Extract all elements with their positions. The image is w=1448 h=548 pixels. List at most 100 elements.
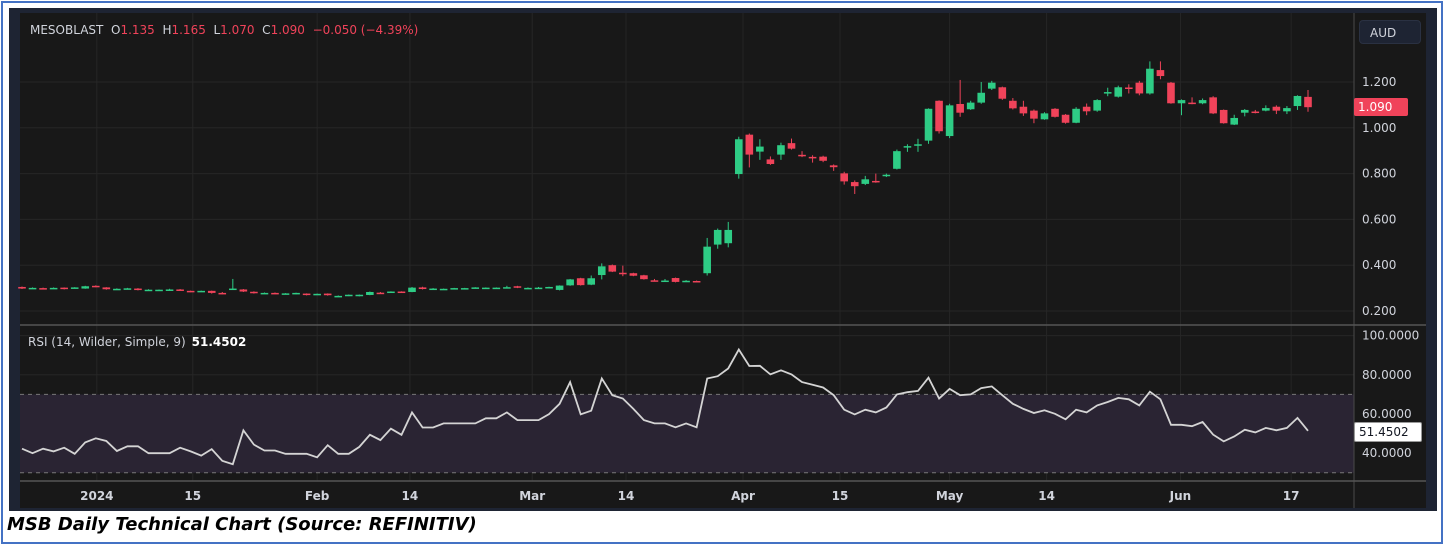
- candle-body: [186, 290, 195, 293]
- candle-body: [376, 292, 385, 295]
- candle-body: [1272, 106, 1281, 111]
- candle-body: [956, 103, 964, 113]
- candle-body: [1304, 96, 1312, 108]
- candle-body: [239, 289, 248, 292]
- candle-up: [387, 291, 395, 294]
- candle-body: [281, 293, 290, 295]
- candle-body: [924, 108, 933, 141]
- candle-body: [608, 265, 617, 272]
- candle-body: [1103, 92, 1112, 94]
- candle-body: [987, 82, 996, 89]
- candle-body: [450, 288, 458, 290]
- candle-body: [1230, 117, 1239, 125]
- candle-up: [482, 287, 490, 290]
- time-axis-label: 14: [402, 489, 419, 503]
- currency-button[interactable]: AUD: [1359, 20, 1421, 44]
- candle-up: [439, 288, 448, 291]
- candle-up: [313, 293, 321, 296]
- candle-body: [808, 156, 817, 159]
- candle-body: [1135, 82, 1144, 94]
- candle-body: [1009, 100, 1017, 109]
- candle-body: [692, 281, 701, 283]
- candle-body: [197, 290, 205, 293]
- candle-up: [492, 287, 501, 290]
- candle-body: [334, 295, 343, 298]
- candle-body: [756, 146, 764, 152]
- candle-up: [566, 278, 574, 286]
- candle-body: [323, 293, 332, 296]
- candle-body: [81, 286, 90, 289]
- candle-body: [408, 287, 416, 292]
- candle-body: [28, 287, 37, 290]
- candle-down: [1135, 80, 1144, 96]
- candle-up: [197, 290, 205, 293]
- candle-body: [1167, 82, 1175, 104]
- candle-down: [998, 86, 1007, 100]
- candle-body: [819, 156, 827, 161]
- rsi-axis-tick: 100.0000: [1362, 329, 1419, 343]
- candle-body: [513, 286, 522, 288]
- price-axis-tick: 1.200: [1362, 75, 1396, 89]
- candle-body: [165, 289, 174, 291]
- candle-body: [903, 146, 912, 148]
- candle-body: [1030, 110, 1038, 119]
- time-axis-label: Mar: [519, 489, 545, 503]
- candle-body: [1219, 109, 1228, 124]
- symbol-name: MESOBLAST: [30, 23, 104, 37]
- candle-body: [555, 285, 564, 290]
- candle-up: [366, 291, 374, 296]
- candle-body: [745, 134, 754, 155]
- candle-body: [1051, 108, 1059, 117]
- candle-body: [1072, 108, 1080, 123]
- candle-body: [49, 287, 58, 290]
- candle-body: [850, 182, 859, 187]
- time-axis-label: May: [936, 489, 964, 503]
- candle-body: [387, 291, 395, 294]
- candle-body: [429, 288, 437, 291]
- rsi-title: RSI (14, Wilder, Simple, 9): [28, 335, 186, 349]
- candle-body: [344, 294, 353, 297]
- price-axis-tick: 1.000: [1362, 121, 1396, 135]
- candle-body: [840, 173, 848, 182]
- price-axis-tick: 0.200: [1362, 304, 1396, 318]
- candle-body: [872, 180, 880, 183]
- rsi-value: 51.4502: [191, 335, 247, 349]
- candle-body: [640, 275, 648, 280]
- candle-body: [966, 102, 975, 110]
- candle-up: [344, 294, 353, 297]
- candle-body: [1019, 106, 1028, 114]
- candle-body: [766, 159, 775, 164]
- candle-down: [1219, 109, 1228, 124]
- candle-body: [492, 287, 501, 290]
- candle-down: [576, 277, 585, 286]
- candle-body: [977, 92, 986, 103]
- candle-up: [155, 289, 163, 292]
- candle-up: [408, 286, 416, 293]
- candle-body: [945, 105, 954, 137]
- candle-body: [1262, 108, 1270, 111]
- candle-body: [250, 291, 258, 294]
- candle-body: [313, 293, 321, 296]
- candle-body: [545, 286, 553, 289]
- rsi-axis-tick: 80.0000: [1362, 368, 1412, 382]
- rsi-axis-tick: 60.0000: [1362, 407, 1412, 421]
- candle-body: [70, 287, 79, 289]
- low-value: 1.070: [220, 23, 255, 37]
- candle-body: [144, 289, 153, 292]
- rsi-legend: RSI (14, Wilder, Simple, 9) 51.4502: [28, 335, 246, 349]
- candle-body: [176, 289, 184, 291]
- time-axis-label: 15: [184, 489, 201, 503]
- candle-body: [39, 288, 47, 290]
- candle-body: [777, 145, 785, 155]
- candle-down: [186, 290, 195, 293]
- candle-down: [629, 272, 638, 277]
- time-axis-label: 17: [1283, 489, 1300, 503]
- last-price-badge: 1.090: [1354, 98, 1408, 117]
- time-axis-label: Feb: [305, 489, 330, 503]
- candle-down: [1061, 114, 1070, 124]
- candle-down: [935, 100, 943, 134]
- candle-body: [1040, 113, 1049, 120]
- candle-body: [1251, 111, 1260, 114]
- candle-body: [861, 179, 870, 184]
- chart-canvas[interactable]: 2024 15 Feb 14 Mar 14 Apr 15 May 14 Jun 17 1.200 1.00…: [0, 0, 1448, 548]
